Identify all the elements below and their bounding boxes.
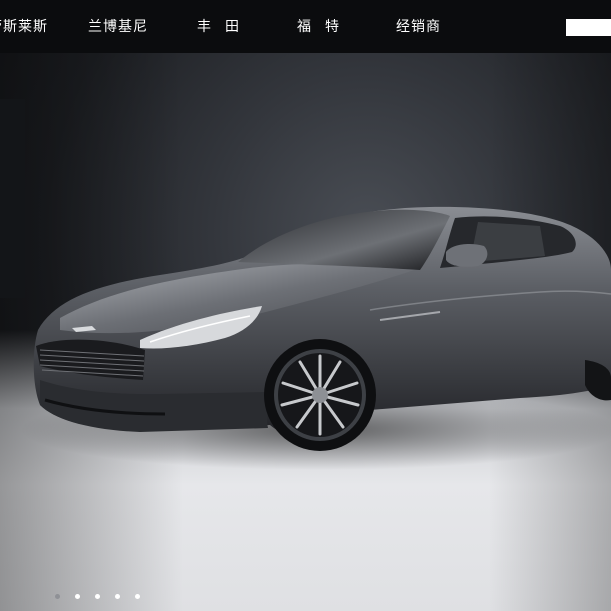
hero-banner [0, 0, 611, 611]
carousel-dot[interactable] [115, 594, 120, 599]
carousel-dot[interactable] [75, 594, 80, 599]
carousel-dot[interactable] [135, 594, 140, 599]
page: 劳斯莱斯 兰博基尼 丰田 福特 经销商 [0, 0, 611, 611]
carousel-dot[interactable] [95, 594, 100, 599]
car-image [20, 206, 611, 470]
nav-item-rolls-royce[interactable]: 劳斯莱斯 [0, 16, 48, 38]
nav-item-toyota[interactable]: 丰田 [197, 16, 253, 38]
top-navbar: 劳斯莱斯 兰博基尼 丰田 福特 经销商 [0, 0, 611, 53]
search-input[interactable] [566, 19, 611, 36]
nav-item-ford[interactable]: 福特 [297, 16, 353, 38]
side-panel [0, 99, 25, 298]
nav-item-dealers[interactable]: 经销商 [396, 16, 441, 38]
nav-item-lamborghini[interactable]: 兰博基尼 [88, 16, 148, 38]
carousel-dot[interactable] [55, 594, 60, 599]
